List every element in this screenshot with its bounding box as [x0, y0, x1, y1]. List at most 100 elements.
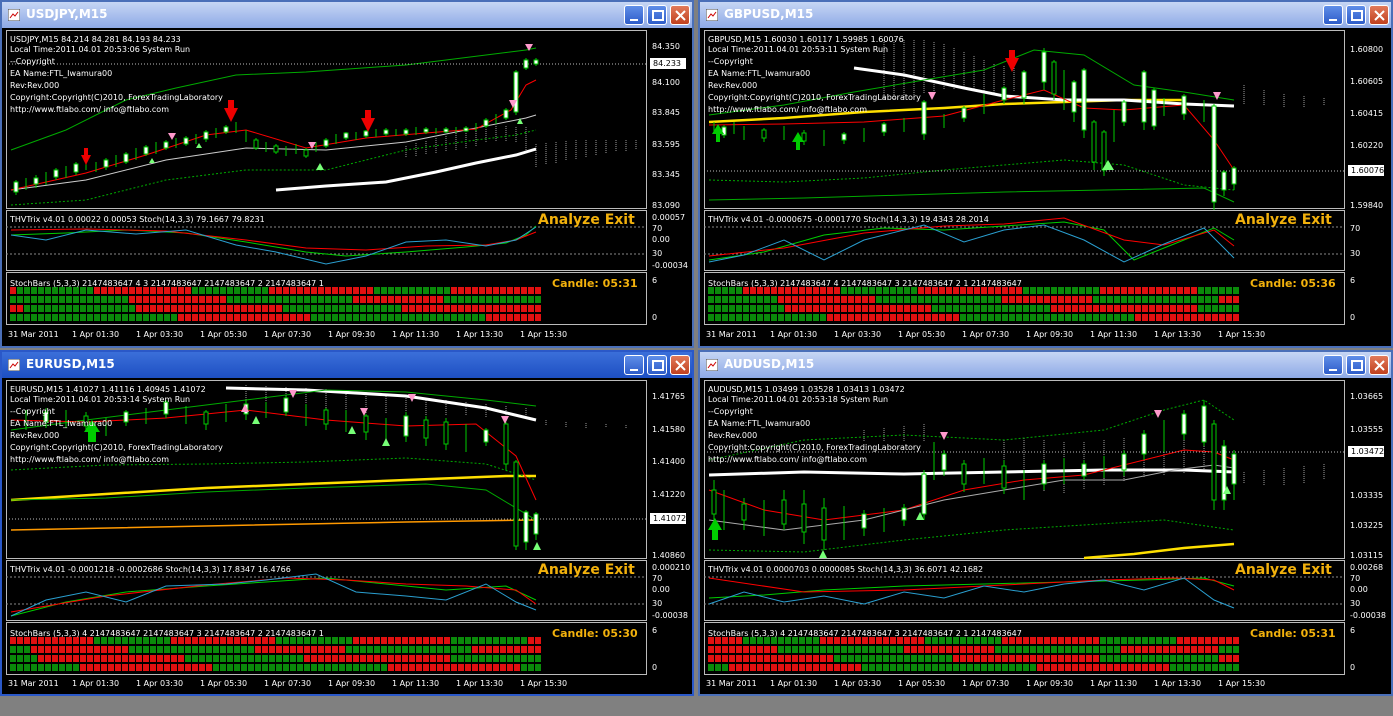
stochbar-cell	[729, 637, 735, 644]
close-button[interactable]	[1369, 5, 1389, 25]
trix-green-line	[708, 577, 1235, 599]
stochbars-grid	[708, 287, 1239, 321]
minimize-button[interactable]	[624, 355, 644, 375]
stochbar-cell	[1044, 646, 1050, 653]
stochbar-cell	[1142, 637, 1148, 644]
stochbar-cell	[715, 637, 721, 644]
stochbar-cell	[736, 305, 742, 312]
close-button[interactable]	[670, 355, 690, 375]
time-label: 1 Apr 05:30	[200, 330, 247, 339]
stochbar-cell	[353, 287, 359, 294]
yellow-ma-line	[10, 474, 536, 502]
stochbar-cell	[213, 655, 219, 662]
stochbar-cell	[360, 664, 366, 671]
chart-area[interactable]: USDJPY,M15 84.214 84.281 84.193 84.233 L…	[6, 30, 688, 342]
stochbar-cell	[339, 664, 345, 671]
stochbar-cell	[101, 637, 107, 644]
chart-area[interactable]: AUDUSD,M15 1.03499 1.03528 1.03413 1.034…	[704, 380, 1387, 690]
stochbar-cell	[38, 305, 44, 312]
stochbar-cell	[715, 287, 721, 294]
maximize-button[interactable]	[647, 5, 667, 25]
stochbar-cell	[834, 637, 840, 644]
stochbar-cell	[122, 314, 128, 321]
stochbar-cell	[437, 646, 443, 653]
stochbar-cell	[918, 296, 924, 303]
stochbar-cell	[1121, 296, 1127, 303]
time-label: 1 Apr 07:30	[962, 330, 1009, 339]
stochbar-cell	[813, 305, 819, 312]
chart-window-audusd[interactable]: AUDUSD,M15 AUDUSD,M15 1.03499 1.03528 1.…	[698, 350, 1393, 696]
header-line-5: Rev:Rev.000	[708, 431, 757, 440]
stochbar-cell	[946, 287, 952, 294]
stochbar-cell	[381, 296, 387, 303]
stochbar-cell	[1030, 305, 1036, 312]
window-titlebar[interactable]: AUDUSD,M15	[700, 352, 1391, 378]
chart-window-gbpusd[interactable]: GBPUSD,M15 GBPUSD,M15 1.60030 1.60117 1.…	[698, 0, 1393, 348]
stochbar-cell	[1051, 296, 1057, 303]
chart-canvas[interactable]: GBPUSD,M15 1.60030 1.60117 1.59985 1.600…	[704, 30, 1391, 344]
minimize-button[interactable]	[624, 5, 644, 25]
stochbar-cell	[500, 314, 506, 321]
chart-canvas[interactable]: AUDUSD,M15 1.03499 1.03528 1.03413 1.034…	[704, 380, 1391, 692]
chart-window-usdjpy[interactable]: USDJPY,M15 USDJPY,M15 84.214 84.281 84.1…	[0, 0, 694, 348]
close-button[interactable]	[1369, 355, 1389, 375]
minimize-button[interactable]	[1323, 355, 1343, 375]
stochbar-cell	[423, 305, 429, 312]
stochbar-cell	[841, 287, 847, 294]
stochbar-cell	[94, 287, 100, 294]
window-titlebar[interactable]: EURUSD,M15	[2, 352, 692, 378]
stochbar-cell	[932, 287, 938, 294]
stochbar-cell	[374, 637, 380, 644]
stochbar-cell	[1030, 664, 1036, 671]
chart-area[interactable]: GBPUSD,M15 1.60030 1.60117 1.59985 1.600…	[704, 30, 1387, 342]
chart-canvas[interactable]: USDJPY,M15 84.214 84.281 84.193 84.233 L…	[6, 30, 692, 344]
stochbar-cell	[750, 305, 756, 312]
stochbar-cell	[708, 314, 714, 321]
stochbar-cell	[199, 296, 205, 303]
stochbar-cell	[52, 664, 58, 671]
time-label: 31 Mar 2011	[8, 679, 59, 688]
stochbar-cell	[778, 646, 784, 653]
stochbar-cell	[1030, 655, 1036, 662]
minimize-button[interactable]	[1323, 5, 1343, 25]
stochbar-cell	[974, 646, 980, 653]
stochbar-cell	[1114, 314, 1120, 321]
stochbar-cell	[974, 664, 980, 671]
stochbar-cell	[178, 287, 184, 294]
stochbar-cell	[1044, 637, 1050, 644]
lower-band	[708, 519, 1235, 553]
stochbar-cell	[262, 655, 268, 662]
maximize-button[interactable]	[647, 355, 667, 375]
stochbar-cell	[115, 287, 121, 294]
stochbar-cell	[31, 655, 37, 662]
stochbar-cell	[799, 314, 805, 321]
chart-area[interactable]: EURUSD,M15 1.41027 1.41116 1.40945 1.410…	[6, 380, 690, 690]
stochbar-cell	[953, 655, 959, 662]
stochbar-cell	[1044, 287, 1050, 294]
stochbar-cell	[297, 664, 303, 671]
window-titlebar[interactable]: GBPUSD,M15	[700, 2, 1391, 28]
stochbar-cell	[444, 314, 450, 321]
window-titlebar[interactable]: USDJPY,M15	[2, 2, 692, 28]
stochbar-cell	[234, 305, 240, 312]
stochbar-cell	[94, 646, 100, 653]
stochbar-cell	[869, 287, 875, 294]
stochbars-title: StochBars (5,3,3) 4 2147483647 214748364…	[10, 629, 324, 638]
maximize-button[interactable]	[1346, 355, 1366, 375]
stochbar-cell	[1191, 637, 1197, 644]
stochbar-cell	[1156, 655, 1162, 662]
close-button[interactable]	[670, 5, 690, 25]
header-line-6: Copyright:Copyright(C)2010, ForexTrading…	[10, 93, 223, 102]
time-label: 1 Apr 01:30	[770, 679, 817, 688]
chart-canvas[interactable]: EURUSD,M15 1.41027 1.41116 1.40945 1.410…	[6, 380, 692, 692]
stochbar-cell	[1107, 314, 1113, 321]
stochbar-cell	[1044, 305, 1050, 312]
stochbar-cell	[213, 305, 219, 312]
stochbar-cell	[1100, 664, 1106, 671]
chart-window-eurusd[interactable]: EURUSD,M15 EURUSD,M15 1.41027 1.41116 1.…	[0, 350, 694, 696]
stochbar-cell	[339, 296, 345, 303]
stochbar-cell	[1016, 305, 1022, 312]
stochbar-cell	[423, 664, 429, 671]
maximize-button[interactable]	[1346, 5, 1366, 25]
stochbar-cell	[311, 287, 317, 294]
